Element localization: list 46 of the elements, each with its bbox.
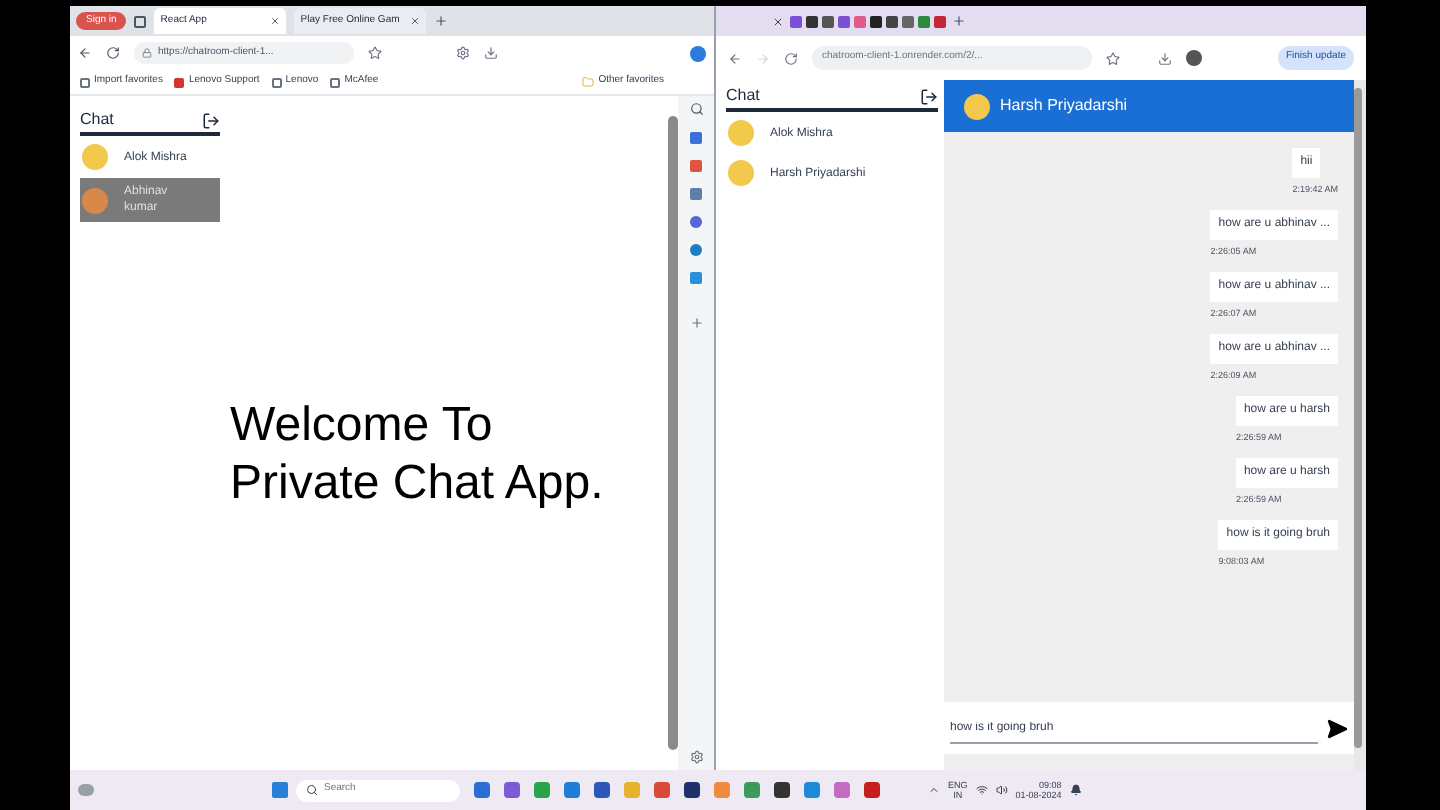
- sidebar-title: Chat: [80, 108, 114, 132]
- new-tab-icon[interactable]: [952, 14, 966, 28]
- favorite-icon[interactable]: [1106, 51, 1120, 65]
- add-icon[interactable]: [689, 316, 703, 330]
- sidebar-app-icon[interactable]: [690, 272, 702, 284]
- logout-icon[interactable]: [202, 111, 220, 129]
- sidebar-app-icon[interactable]: [690, 160, 702, 172]
- download-icon[interactable]: [484, 46, 498, 60]
- new-tab-icon[interactable]: [434, 14, 449, 28]
- sidebar-app-icon[interactable]: [690, 132, 702, 144]
- profile-icon[interactable]: [1186, 50, 1202, 66]
- bell-icon[interactable]: [1069, 784, 1082, 796]
- lock-icon: [142, 48, 152, 58]
- chat-header: Harsh Priyadarshi: [944, 80, 1354, 132]
- avatar-icon: [728, 120, 754, 146]
- reload-icon[interactable]: [784, 51, 798, 65]
- send-icon[interactable]: [1326, 717, 1348, 739]
- back-icon[interactable]: [728, 51, 742, 65]
- avatar-icon: [82, 187, 108, 213]
- tab-actions-icon[interactable]: [134, 15, 147, 27]
- wifi-icon[interactable]: [975, 784, 988, 796]
- close-icon[interactable]: [772, 15, 784, 27]
- sidebar-app-icon[interactable]: [690, 244, 702, 256]
- back-icon[interactable]: [78, 46, 92, 60]
- search-icon: [306, 784, 318, 796]
- sidebar-title: Chat: [726, 84, 760, 108]
- chevron-icon[interactable]: [928, 784, 940, 796]
- tab-icons-drawing[interactable]: [790, 15, 946, 27]
- favorite-icon[interactable]: [368, 46, 382, 60]
- avatar-icon: [82, 144, 108, 170]
- volume-icon[interactable]: [995, 784, 1008, 796]
- avatar-icon: [728, 160, 754, 186]
- scrollbar[interactable]: [668, 116, 678, 750]
- sidebar-app-icon[interactable]: [690, 216, 702, 228]
- start-icon[interactable]: [272, 782, 288, 798]
- folder-icon: [582, 76, 595, 88]
- sidebar-app-icon[interactable]: [690, 188, 702, 200]
- search-icon[interactable]: [689, 102, 703, 116]
- scrollbar[interactable]: [1354, 88, 1362, 748]
- welcome-heading: Welcome To Private Chat App.: [230, 395, 604, 511]
- logout-icon[interactable]: [920, 87, 938, 105]
- settings-icon[interactable]: [456, 46, 470, 60]
- settings-icon[interactable]: [689, 750, 703, 764]
- reload-icon[interactable]: [106, 46, 120, 60]
- download-icon[interactable]: [1158, 51, 1172, 65]
- avatar-icon: [964, 93, 990, 119]
